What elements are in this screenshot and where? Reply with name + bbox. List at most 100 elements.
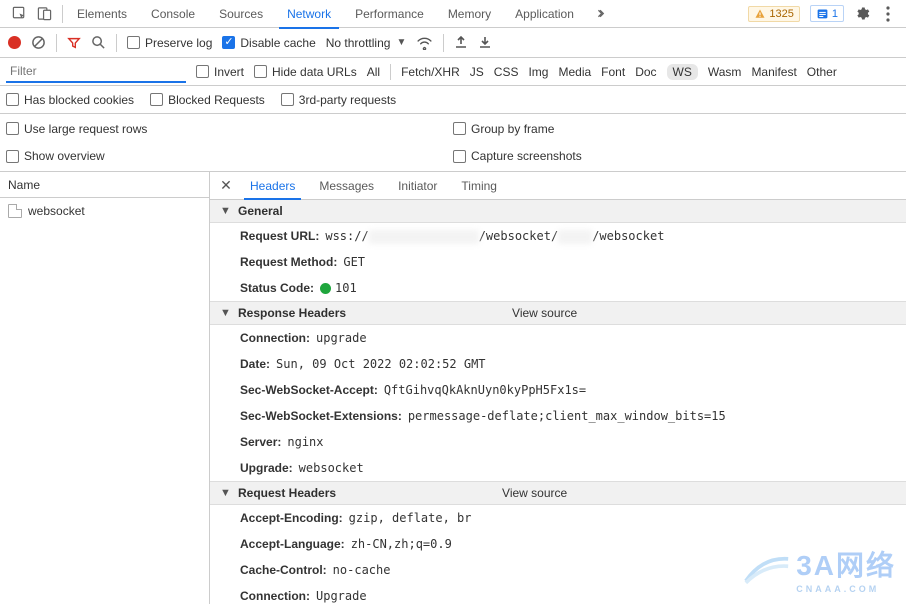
large-rows-checkbox[interactable]: Use large request rows [6,120,453,138]
blocked-cookies-checkbox[interactable]: Has blocked cookies [6,93,134,107]
type-chip-ws[interactable]: WS [667,64,698,80]
tab-console[interactable]: Console [139,0,207,28]
warnings-badge[interactable]: 1325 [748,6,799,22]
throttling-select[interactable]: No throttling ▼ [326,36,407,50]
request-details: ✕ HeadersMessagesInitiatorTiming ▼ Gener… [210,172,906,604]
status-dot-icon [320,283,331,294]
third-party-checkbox[interactable]: 3rd-party requests [281,93,396,107]
details-tab-initiator[interactable]: Initiator [386,172,449,199]
request-headers-label: Request Headers [238,486,336,500]
capture-screenshots-label: Capture screenshots [471,149,582,163]
details-tab-timing[interactable]: Timing [449,172,509,199]
divider [116,34,117,52]
request-row[interactable]: websocket [0,198,209,224]
network-main: Name websocket ✕ HeadersMessagesInitiato… [0,172,906,604]
display-options: Use large request rows Group by frame Sh… [0,114,906,172]
network-conditions-icon[interactable] [416,35,433,50]
request-headers-section-header[interactable]: ▼ Request Headers View source [210,481,906,505]
hide-data-urls-checkbox[interactable]: Hide data URLs [254,65,357,79]
clear-icon[interactable] [31,35,46,50]
resource-type-filter: All Fetch/XHR JS CSS Img Media Font Doc WS Wasm Ma… [367,64,837,80]
blocked-requests-checkbox[interactable]: Blocked Requests [150,93,265,107]
status-code-key: Status Code: [240,278,314,298]
filter-bar: Invert Hide data URLs All Fetch/XHR JS CSS I… [0,58,906,86]
issues-count: 1 [832,8,838,20]
response-header-row: Sec-WebSocket-Accept: QftGihvqQkAknUyn0k… [210,377,906,403]
tab-performance[interactable]: Performance [343,0,436,28]
request-list-header[interactable]: Name [0,172,209,198]
invert-checkbox[interactable]: Invert [196,65,244,79]
status-code-row: Status Code: 101 [210,275,906,301]
filter-icon[interactable] [67,36,81,50]
header-key: Date: [240,354,270,374]
header-value: Sun, 09 Oct 2022 02:02:52 GMT [276,354,486,374]
type-chip-css[interactable]: CSS [494,65,519,79]
header-key: Sec-WebSocket-Extensions: [240,406,402,426]
filter-input[interactable] [6,61,186,83]
details-tab-messages[interactable]: Messages [307,172,386,199]
type-chip-js[interactable]: JS [470,65,484,79]
response-header-row: Date: Sun, 09 Oct 2022 02:02:52 GMT [210,351,906,377]
general-section-label: General [238,204,283,218]
disable-cache-label: Disable cache [240,36,315,50]
export-har-icon[interactable] [478,35,492,50]
request-url-key: Request URL: [240,226,319,246]
large-rows-label: Use large request rows [24,122,147,136]
request-method-key: Request Method: [240,252,337,272]
show-overview-label: Show overview [24,149,105,163]
header-key: Server: [240,432,281,452]
more-menu-icon[interactable] [880,6,896,22]
tab-memory[interactable]: Memory [436,0,503,28]
type-chip-fetch-xhr[interactable]: Fetch/XHR [401,65,460,79]
close-details-icon[interactable]: ✕ [214,177,238,194]
request-header-row: Accept-Language: zh-CN,zh;q=0.9 [210,531,906,557]
record-button[interactable] [8,36,21,49]
group-by-frame-label: Group by frame [471,122,554,136]
disable-cache-checkbox[interactable]: Disable cache [222,36,315,50]
show-overview-checkbox[interactable]: Show overview [6,148,453,166]
import-har-icon[interactable] [454,35,468,50]
triangle-down-icon: ▼ [220,307,232,319]
blocked-cookies-label: Has blocked cookies [24,93,134,107]
response-header-row: Server: nginx [210,429,906,455]
type-chip-wasm[interactable]: Wasm [708,65,742,79]
type-chip-other[interactable]: Other [807,65,837,79]
issues-badge[interactable]: 1 [810,5,844,22]
type-chip-doc[interactable]: Doc [635,65,656,79]
preserve-log-checkbox[interactable]: Preserve log [127,36,212,50]
request-method-row: Request Method: GET [210,249,906,275]
blocked-requests-label: Blocked Requests [168,93,265,107]
preserve-log-label: Preserve log [145,36,212,50]
view-source-link[interactable]: View source [502,486,567,500]
header-key: Connection: [240,328,310,348]
header-value: permessage-deflate;client_max_window_bit… [408,406,726,426]
settings-icon[interactable] [854,6,870,22]
details-tabs: ✕ HeadersMessagesInitiatorTiming [210,172,906,200]
view-source-link[interactable]: View source [512,306,577,320]
header-value: zh-CN,zh;q=0.9 [351,534,452,554]
details-tab-headers[interactable]: Headers [238,172,307,199]
device-toolbar-icon[interactable] [37,6,52,21]
response-headers-section-header[interactable]: ▼ Response Headers View source [210,301,906,325]
triangle-down-icon: ▼ [220,487,232,499]
capture-screenshots-checkbox[interactable]: Capture screenshots [453,148,900,166]
general-section-header[interactable]: ▼ General [210,200,906,223]
header-key: Sec-WebSocket-Accept: [240,380,378,400]
group-by-frame-checkbox[interactable]: Group by frame [453,120,900,138]
details-scroll[interactable]: ▼ General Request URL: wss:///websocket/… [210,200,906,604]
tab-application[interactable]: Application [503,0,586,28]
type-chip-media[interactable]: Media [558,65,591,79]
search-icon[interactable] [91,35,106,50]
request-header-row: Connection: Upgrade [210,583,906,604]
type-chip-font[interactable]: Font [601,65,625,79]
triangle-down-icon: ▼ [220,205,232,217]
tab-sources[interactable]: Sources [207,0,275,28]
type-chip-manifest[interactable]: Manifest [751,65,796,79]
status-code-value: 101 [320,278,357,298]
inspect-element-icon[interactable] [12,6,27,21]
tab-elements[interactable]: Elements [65,0,139,28]
type-chip-img[interactable]: Img [528,65,548,79]
more-tabs-icon[interactable] [586,7,619,20]
type-chip-all[interactable]: All [367,65,380,79]
tab-network[interactable]: Network [275,0,343,28]
